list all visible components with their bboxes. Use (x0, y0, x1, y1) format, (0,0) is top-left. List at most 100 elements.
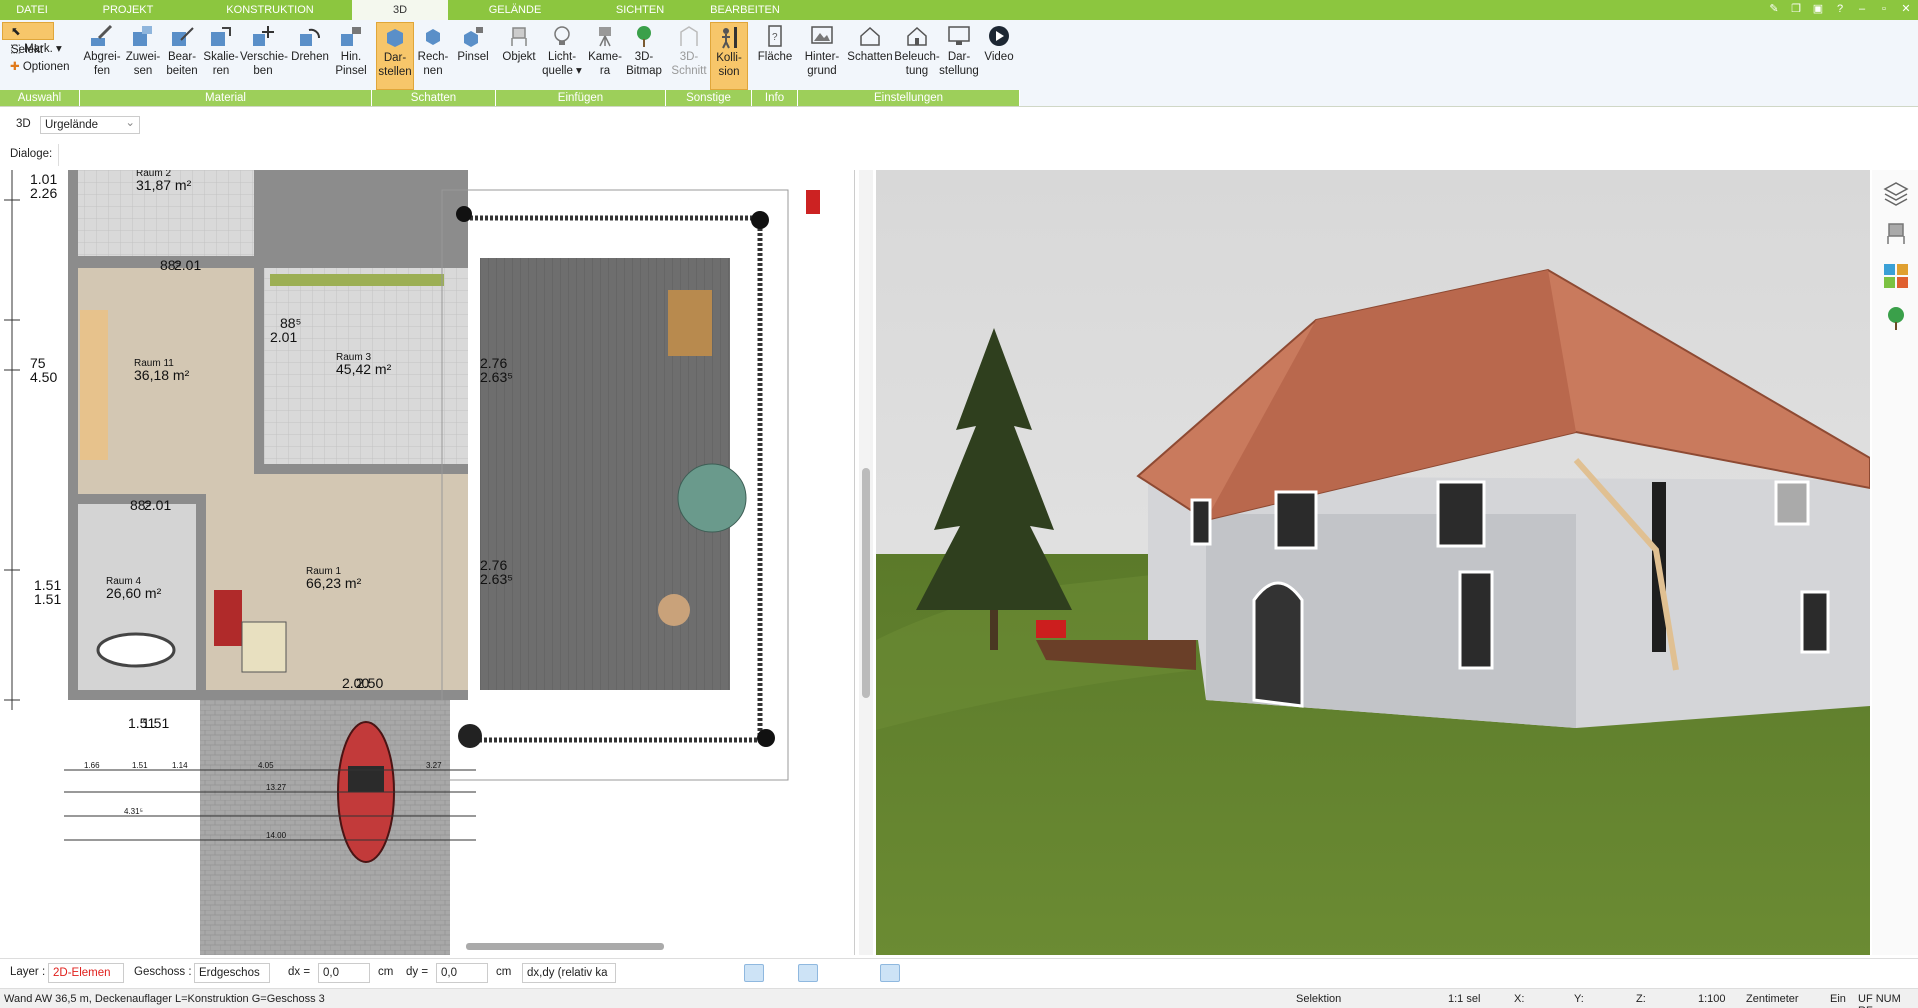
dim-label: 1.51 (142, 715, 169, 731)
dy-input[interactable]: 0,0 (436, 963, 488, 983)
dx-unit: cm (378, 966, 394, 978)
3d-view[interactable] (876, 170, 1870, 955)
tab-gelaende[interactable]: GELÄNDE (470, 0, 560, 20)
ribbon-button-rechnen[interactable]: Rech-nen (414, 22, 452, 90)
tab-3d[interactable]: 3D (352, 0, 448, 20)
3d-scene[interactable] (876, 170, 1870, 955)
ribbon-button-darstellen[interactable]: Dar-stellen (376, 22, 414, 90)
plan-vertical-scrollbar[interactable] (859, 170, 873, 955)
ribbon-button-schatten[interactable]: Schatten (846, 22, 894, 90)
ribbon-button-beleuchtung[interactable]: Beleuch-tung (894, 22, 940, 90)
ribbon-button-video[interactable]: Video (980, 22, 1018, 90)
ribbon-button-skalieren[interactable]: Skalie-ren (202, 22, 240, 90)
more-icon[interactable] (912, 964, 932, 982)
cut-icon (680, 26, 698, 46)
plan-horizontal-scroll-thumb[interactable] (466, 943, 664, 950)
ribbon-button-kollision[interactable]: Kolli-sion (710, 22, 748, 90)
grid-icon[interactable] (852, 964, 872, 982)
restore-icon[interactable]: ❐ (1788, 1, 1804, 17)
background-icon (811, 26, 833, 44)
dim-label: 3.27 (426, 761, 442, 770)
bottom-toolbar: Layer : 2D-Elemen Geschoss : Erdgeschos … (0, 958, 1918, 986)
dx-label: dx = (288, 966, 311, 978)
north-icon[interactable] (880, 964, 900, 982)
plants-icon[interactable] (1882, 304, 1910, 332)
bulb-icon (554, 26, 570, 45)
umbrella (677, 463, 747, 533)
status-ein: Ein (1830, 993, 1846, 1005)
status-message: Wand AW 36,5 m, Deckenauflager L=Konstru… (4, 993, 325, 1005)
pen-icon[interactable]: ✎ (1766, 1, 1782, 17)
ribbon-toolbar: ⬉ Selekt ⬚ Mark. ▾ ✚ Optionen Abgrei-fen… (0, 20, 1918, 107)
options-button[interactable]: ✚ Optionen (2, 58, 78, 76)
camera-icon (599, 27, 611, 47)
ribbon-button-kamera[interactable]: Kame-ra (586, 22, 624, 90)
monitor-icon[interactable] (660, 964, 680, 982)
tab-konstruktion[interactable]: KONSTRUKTION (210, 0, 330, 20)
help-icon[interactable]: ? (1832, 1, 1848, 17)
materials-icon[interactable] (1882, 262, 1910, 290)
clock-icon[interactable] (632, 964, 652, 982)
layer-toggle-icon[interactable] (798, 964, 818, 982)
dim-label: 2.26 (30, 185, 57, 201)
ribbon-button-flaeche[interactable]: ? Fläche (754, 22, 796, 90)
status-x: X: (1514, 993, 1525, 1005)
dim-label: 2.63⁵ (480, 369, 513, 385)
tab-sichten[interactable]: SICHTEN (600, 0, 680, 20)
floor-plan-canvas[interactable]: 1.01 2.26 75 4.50 1.51 1.51 1.66 1.51 1.… (0, 170, 855, 955)
ribbon-button-3d-bitmap[interactable]: 3D- Bitmap (624, 22, 664, 90)
cursor-icon: ⬉ (11, 26, 21, 38)
copy-icon[interactable] (716, 964, 736, 982)
floor-plan-view[interactable]: 1.01 2.26 75 4.50 1.51 1.51 1.66 1.51 1.… (0, 170, 855, 955)
ribbon-button-pinsel[interactable]: Pinsel (452, 22, 494, 90)
tab-datei[interactable]: DATEI (0, 0, 64, 20)
brush-icon (341, 27, 361, 46)
ribbon-button-verschieben[interactable]: Verschie-ben (240, 22, 288, 90)
vertical-ruler (4, 170, 20, 710)
print-icon[interactable] (688, 964, 708, 982)
maximize-icon[interactable]: ▫ (1876, 1, 1892, 17)
ribbon-button-3d-schnitt[interactable]: 3D- Schnitt (670, 22, 708, 90)
stack-icon[interactable] (824, 964, 844, 982)
dim-label: 1.51 (132, 761, 148, 770)
room-area: 66,23 m² (306, 575, 362, 591)
dx-input[interactable]: 0,0 (318, 963, 370, 983)
coordinate-mode-select[interactable]: dx,dy (relativ ka (522, 963, 616, 983)
lawn-mower-marker (806, 190, 820, 214)
ribbon-button-hintergrund[interactable]: Hinter-grund (800, 22, 844, 90)
staircase[interactable] (80, 310, 108, 460)
select-button[interactable]: ⬉ Selekt (2, 22, 54, 56)
tab-projekt[interactable]: PROJEKT (88, 0, 168, 20)
menu-tab-bar: DATEI PROJEKT KONSTRUKTION 3D GELÄNDE SI… (0, 0, 1918, 20)
ribbon-button-zuweisen[interactable]: Zuwei-sen (124, 22, 162, 90)
driveway[interactable] (200, 700, 450, 955)
dim-label: 2.01 (174, 257, 201, 273)
mark-button[interactable]: ⬚ Mark. ▾ (2, 40, 78, 58)
close-icon[interactable]: ✕ (1898, 1, 1914, 17)
layers-icon[interactable] (1882, 180, 1910, 208)
layout-icon[interactable]: ▣ (1810, 1, 1826, 17)
status-scale: 1:100 (1698, 993, 1726, 1005)
terrain-select[interactable]: Urgelände (40, 115, 140, 134)
tree-icon (637, 26, 651, 47)
ribbon-button-objekt[interactable]: Objekt (498, 22, 540, 90)
ribbon-button-darstellung[interactable]: Dar-stellung (938, 22, 980, 90)
ribbon-button-abgreifen[interactable]: Abgrei-fen (80, 22, 124, 90)
ribbon-button-lichtquelle[interactable]: Licht-quelle ▾ (540, 22, 584, 90)
shadow-display-icon (387, 29, 403, 47)
tab-bearbeiten[interactable]: BEARBEITEN (700, 0, 790, 20)
status-unit: Zentimeter (1746, 993, 1799, 1005)
layer-select[interactable]: 2D-Elemen (48, 963, 124, 983)
catalog-side-panel (1872, 170, 1918, 955)
scroll-thumb[interactable] (862, 468, 870, 698)
ribbon-button-bearbeiten[interactable]: Bear-beiten (162, 22, 202, 90)
geschoss-select[interactable]: Erdgeschos (194, 963, 270, 983)
furniture-icon[interactable] (1882, 220, 1910, 248)
group-label-material: Material (80, 90, 372, 106)
link-icon[interactable] (772, 964, 792, 982)
roof-toggle-icon[interactable] (744, 964, 764, 982)
table (241, 621, 287, 673)
ribbon-button-drehen[interactable]: Drehen (288, 22, 332, 90)
minimize-icon[interactable]: – (1854, 1, 1870, 17)
ribbon-button-hin-pinsel[interactable]: Hin. Pinsel (332, 22, 370, 90)
